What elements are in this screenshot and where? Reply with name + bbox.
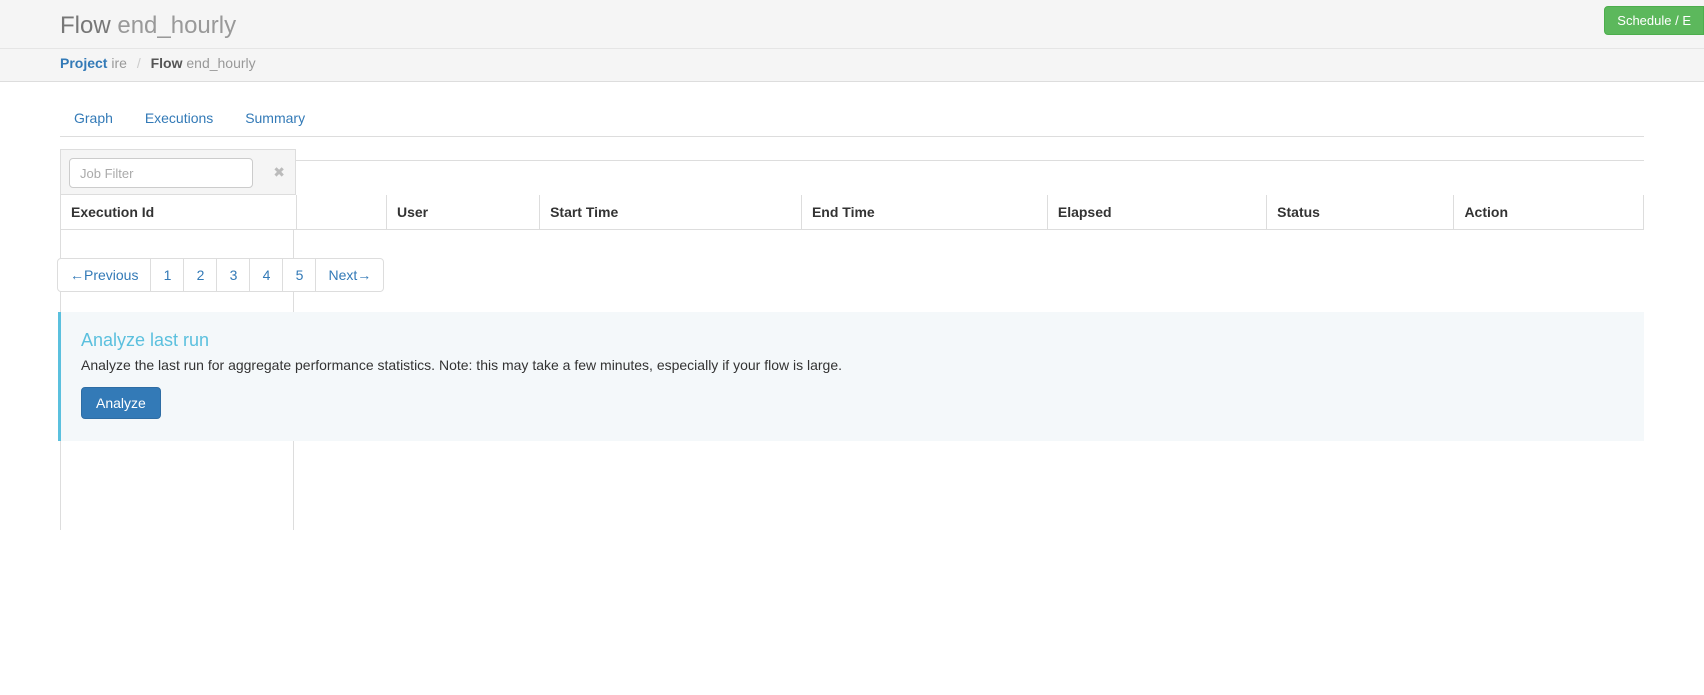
breadcrumb-flow-label: Flow: [151, 55, 183, 71]
analyze-description: Analyze the last run for aggregate perfo…: [81, 357, 1624, 373]
analyze-callout: Analyze last run Analyze the last run fo…: [58, 312, 1644, 441]
page-title: Flow end_hourly: [60, 8, 1644, 48]
col-status: Status: [1267, 195, 1454, 230]
breadcrumb: Project ire / Flow end_hourly: [0, 49, 1704, 82]
title-prefix: Flow: [60, 12, 111, 39]
page-3[interactable]: 3: [216, 258, 250, 292]
job-filter-panel: ✖: [60, 149, 296, 195]
col-user: User: [387, 195, 540, 230]
page-5[interactable]: 5: [282, 258, 316, 292]
col-elapsed: Elapsed: [1047, 195, 1266, 230]
pagination: ←Previous 1 2 3 4 5 Next→: [58, 258, 1644, 292]
title-suffix: end_hourly: [117, 12, 236, 39]
tab-executions[interactable]: Executions: [131, 100, 227, 136]
table-header-strip: [296, 149, 1644, 195]
job-filter-input[interactable]: [69, 158, 253, 188]
tab-summary[interactable]: Summary: [231, 100, 319, 136]
page-1[interactable]: 1: [150, 258, 184, 292]
breadcrumb-project-name: ire: [111, 55, 127, 71]
col-end: End Time: [801, 195, 1047, 230]
page-prev[interactable]: ←Previous: [57, 258, 151, 292]
breadcrumb-project-link[interactable]: Project: [60, 55, 107, 71]
nav-tabs: Graph Executions Summary: [60, 100, 1644, 137]
col-action: Action: [1454, 195, 1644, 230]
col-start: Start Time: [540, 195, 802, 230]
tab-graph[interactable]: Graph: [60, 100, 127, 136]
page-next[interactable]: Next→: [315, 258, 384, 292]
breadcrumb-flow-name: end_hourly: [186, 55, 255, 71]
col-spacer: [297, 195, 387, 230]
breadcrumb-separator-icon: /: [137, 55, 141, 71]
executions-table: Execution Id User Start Time End Time El…: [60, 195, 1644, 230]
header-bar: Flow end_hourly Schedule / E: [0, 0, 1704, 49]
analyze-button[interactable]: Analyze: [81, 387, 161, 419]
page-4[interactable]: 4: [249, 258, 283, 292]
page-2[interactable]: 2: [183, 258, 217, 292]
analyze-title: Analyze last run: [81, 330, 1624, 351]
col-execution-id: Execution Id: [61, 195, 297, 230]
table-header-row: Execution Id User Start Time End Time El…: [61, 195, 1644, 230]
schedule-execute-button[interactable]: Schedule / E: [1604, 6, 1704, 35]
clear-filter-icon[interactable]: ✖: [273, 164, 285, 181]
